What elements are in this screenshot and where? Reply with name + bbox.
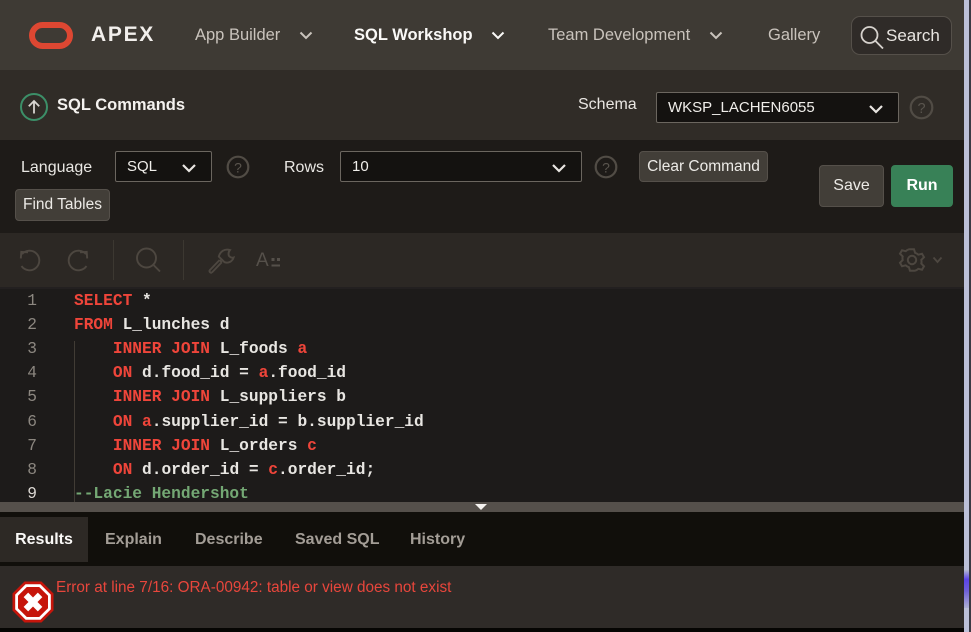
svg-text:?: ? — [917, 101, 925, 117]
svg-text:?: ? — [234, 159, 242, 175]
svg-text:?: ? — [602, 159, 610, 175]
svg-text:A: A — [256, 250, 269, 271]
